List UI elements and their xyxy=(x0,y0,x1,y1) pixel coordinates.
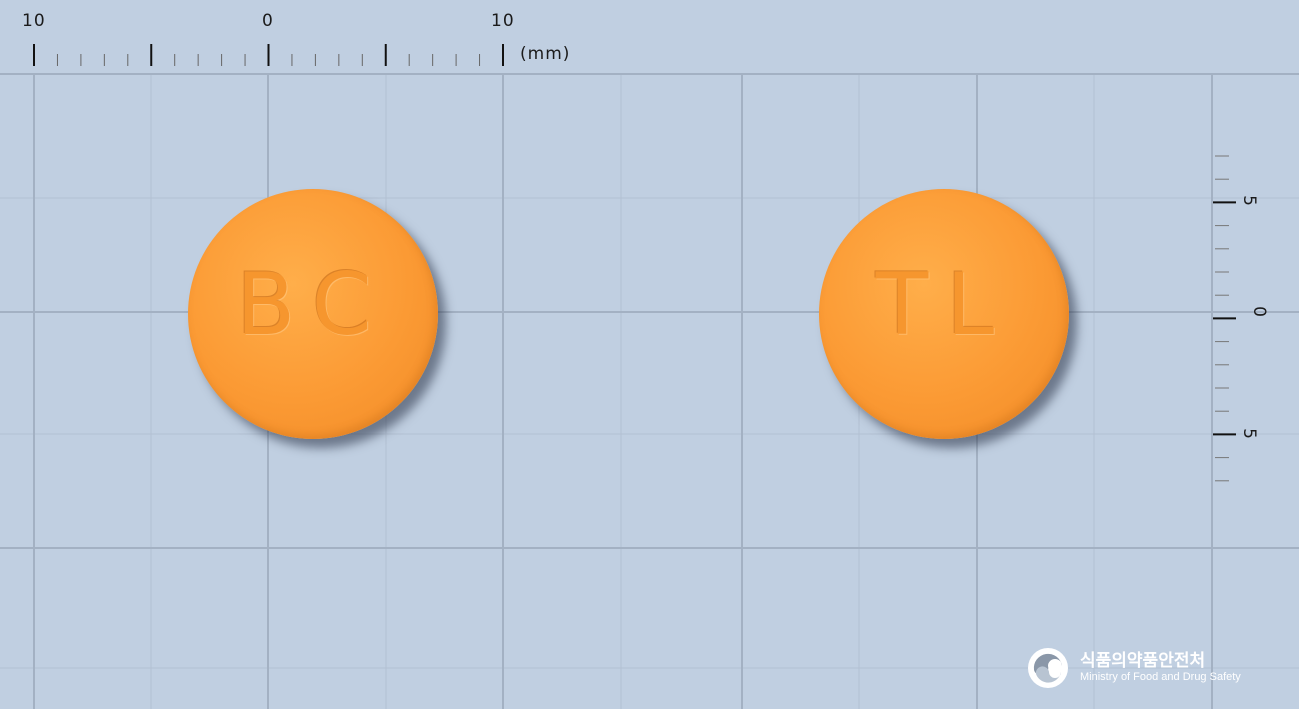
ministry-emblem-icon xyxy=(1028,648,1068,688)
tablet-front-imprint: BC xyxy=(236,255,390,355)
right-ruler-ticks xyxy=(1213,155,1236,482)
tablet-back: TL xyxy=(819,189,1069,439)
ministry-name-english: Ministry of Food and Drug Safety xyxy=(1080,671,1241,683)
grid-minor-lines xyxy=(0,74,1299,709)
top-ruler-label-right: 10 xyxy=(491,11,515,31)
top-ruler-label-zero: 0 xyxy=(262,11,274,31)
tablet-front: BC xyxy=(188,189,438,439)
top-ruler-ticks xyxy=(33,44,504,66)
tablet-back-imprint: TL xyxy=(875,255,1013,355)
ruler-unit-label: (mm) xyxy=(520,44,571,64)
right-ruler-label-top: 5 xyxy=(1238,195,1259,207)
grid-major-lines xyxy=(0,73,1299,709)
right-ruler-label-bottom: 5 xyxy=(1238,428,1259,440)
top-ruler-label-left: 10 xyxy=(22,11,46,31)
right-ruler-label-zero: 0 xyxy=(1248,306,1269,318)
ministry-name-korean: 식품의약품안전처 xyxy=(1080,651,1206,671)
ministry-logo: 식품의약품안전처 Ministry of Food and Drug Safet… xyxy=(1028,646,1268,692)
